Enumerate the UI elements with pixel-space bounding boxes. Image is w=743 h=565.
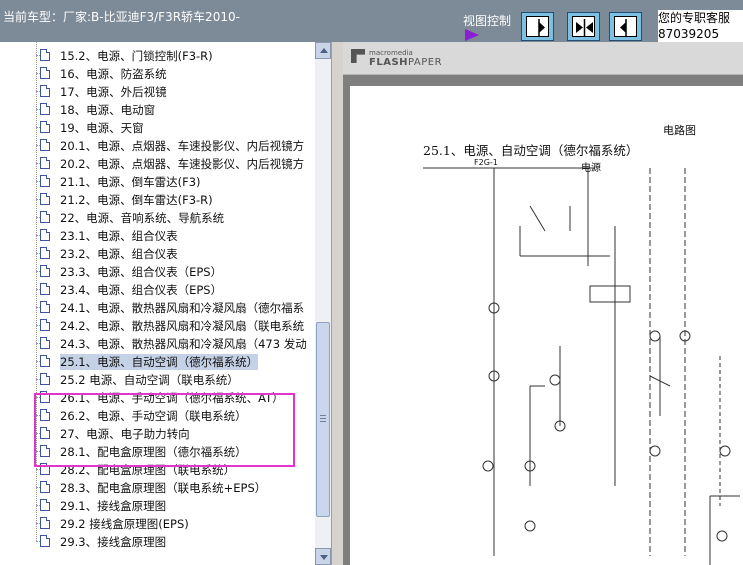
tree-item[interactable]: 23.4、电源、组合仪表（EPS） bbox=[36, 280, 315, 298]
tree-item-label: 23.4、电源、组合仪表（EPS） bbox=[60, 283, 223, 297]
tree-item-label: 20.1、电源、点烟器、车速投影仪、内后视镜方 bbox=[60, 139, 305, 153]
document-icon bbox=[40, 175, 50, 187]
document-icon bbox=[40, 229, 50, 241]
flashpaper-viewer: macromedia FLASHPAPER 电路图 25.1、电源、自动空调（德… bbox=[343, 42, 743, 565]
tree-item-label: 17、电源、外后视镜 bbox=[60, 85, 167, 99]
tree-item-label: 22、电源、音响系统、导航系统 bbox=[60, 211, 225, 225]
tree-item-label: 23.3、电源、组合仪表（EPS） bbox=[60, 265, 223, 279]
tree-item[interactable]: 25.2 电源、自动空调（联电系统） bbox=[36, 370, 315, 388]
view-right-button[interactable] bbox=[521, 12, 554, 41]
tree-item-label: 25.1、电源、自动空调（德尔福系统） bbox=[60, 354, 259, 370]
document-tree: 15.2、电源、门锁控制(F3-R) 16、电源、防盗系统 17、电源、外后视镜 18… bbox=[0, 42, 315, 565]
view-split-button[interactable] bbox=[567, 12, 600, 41]
document-icon bbox=[40, 49, 50, 61]
document-icon bbox=[40, 103, 50, 115]
tree-scrollbar[interactable] bbox=[315, 42, 331, 565]
tree-item-label: 28.3、配电盒原理图（联电系统+EPS） bbox=[60, 481, 267, 495]
tree-item[interactable]: 16、电源、防盗系统 bbox=[36, 64, 315, 82]
tree-item[interactable]: 29.3、接线盒原理图 bbox=[36, 532, 315, 550]
document-icon bbox=[40, 211, 50, 223]
tree-item[interactable]: 23.2、电源、组合仪表 bbox=[36, 244, 315, 262]
document-icon bbox=[40, 319, 50, 331]
scroll-up-button[interactable] bbox=[315, 42, 331, 59]
document-icon bbox=[40, 85, 50, 97]
document-icon bbox=[40, 67, 50, 79]
brand-flashpaper: FLASHPAPER bbox=[369, 57, 443, 68]
contact-label: 您的专职客服 bbox=[658, 11, 731, 25]
tree-item-label: 20.2、电源、点烟器、车速投影仪、内后视镜方 bbox=[60, 157, 305, 171]
tree-item-label: 24.3、电源、散热器风扇和冷凝风扇（473 发动 bbox=[60, 337, 307, 351]
document-icon bbox=[40, 301, 50, 313]
tree-item[interactable]: 19、电源、天窗 bbox=[36, 118, 315, 136]
tree-item[interactable]: 22、电源、音响系统、导航系统 bbox=[36, 208, 315, 226]
scroll-thumb[interactable] bbox=[316, 322, 330, 517]
tree-item[interactable]: 20.2、电源、点烟器、车速投影仪、内后视镜方 bbox=[36, 154, 315, 172]
document-icon bbox=[40, 265, 50, 277]
view-control-label: 视图控制 bbox=[463, 14, 512, 28]
tree-item-label: 29.3、接线盒原理图 bbox=[60, 535, 167, 549]
tree-item-label: 19、电源、天窗 bbox=[60, 121, 144, 135]
power-label: 电源 bbox=[581, 163, 601, 174]
tree-item[interactable]: 17、电源、外后视镜 bbox=[36, 82, 315, 100]
flashpaper-toolbar: macromedia FLASHPAPER bbox=[343, 42, 743, 75]
tree-item[interactable]: 24.2、电源、散热器风扇和冷凝风扇（联电系统 bbox=[36, 316, 315, 334]
arrow-left-icon bbox=[614, 16, 637, 37]
document-page[interactable]: 电路图 25.1、电源、自动空调（德尔福系统） F2G-1 电源 bbox=[350, 86, 743, 565]
document-icon bbox=[40, 247, 50, 259]
tree-item[interactable]: 18、电源、电动窗 bbox=[36, 100, 315, 118]
tree-item-label: 21.2、电源、倒车雷达(F3-R) bbox=[60, 193, 213, 207]
brand-macromedia: macromedia bbox=[369, 49, 413, 57]
tree-item-label: 15.2、电源、门锁控制(F3-R) bbox=[60, 49, 213, 63]
tree-item-label: 24.2、电源、散热器风扇和冷凝风扇（联电系统 bbox=[60, 319, 305, 333]
document-icon bbox=[40, 193, 50, 205]
pane-splitter[interactable] bbox=[331, 42, 343, 565]
tree-item[interactable]: 23.3、电源、组合仪表（EPS） bbox=[36, 262, 315, 280]
tree-item-label: 29.1、接线盒原理图 bbox=[60, 499, 167, 513]
tree-item[interactable]: 20.1、电源、点烟器、车速投影仪、内后视镜方 bbox=[36, 136, 315, 154]
page-header: 电路图 bbox=[663, 124, 696, 137]
document-icon bbox=[40, 355, 50, 367]
arrow-right-icon bbox=[526, 16, 549, 37]
tree-item-label: 21.1、电源、倒车雷达(F3) bbox=[60, 175, 201, 189]
document-icon bbox=[40, 283, 50, 295]
document-icon bbox=[40, 337, 50, 349]
top-bar: 当前车型：厂家:B-比亚迪F3/F3R轿车2010- 视图控制 您的专职客服 8… bbox=[0, 0, 743, 42]
tree-item[interactable]: 24.1、电源、散热器风扇和冷凝风扇（德尔福系 bbox=[36, 298, 315, 316]
fuse-label: F2G-1 bbox=[474, 158, 498, 167]
scroll-down-button[interactable] bbox=[315, 548, 331, 565]
tree-item[interactable]: 15.2、电源、门锁控制(F3-R) bbox=[36, 46, 315, 64]
tree-item-label: 23.1、电源、组合仪表 bbox=[60, 229, 178, 243]
document-icon bbox=[40, 157, 50, 169]
tree-item-label: 24.1、电源、散热器风扇和冷凝风扇（德尔福系 bbox=[60, 301, 305, 315]
tree-item[interactable]: 25.1、电源、自动空调（德尔福系统） bbox=[36, 352, 315, 370]
view-left-button[interactable] bbox=[609, 12, 642, 41]
document-icon bbox=[40, 139, 50, 151]
page-title: 25.1、电源、自动空调（德尔福系统） bbox=[423, 143, 639, 158]
customer-service-info: 您的专职客服 87039205 bbox=[658, 10, 743, 42]
tree-item-label: 23.2、电源、组合仪表 bbox=[60, 247, 178, 261]
document-icon bbox=[40, 535, 50, 547]
highlight-annotation-box bbox=[34, 393, 295, 467]
tree-item-label: 25.2 电源、自动空调（联电系统） bbox=[60, 373, 239, 387]
tree-item[interactable]: 29.1、接线盒原理图 bbox=[36, 496, 315, 514]
macromedia-logo-icon bbox=[351, 49, 365, 63]
document-icon bbox=[40, 499, 50, 511]
document-icon bbox=[40, 373, 50, 385]
tree-item[interactable]: 24.3、电源、散热器风扇和冷凝风扇（473 发动 bbox=[36, 334, 315, 352]
tree-item-label: 29.2 接线盒原理图(EPS) bbox=[60, 517, 189, 531]
tree-item-label: 16、电源、防盗系统 bbox=[60, 67, 167, 81]
tree-item[interactable]: 29.2 接线盒原理图(EPS) bbox=[36, 514, 315, 532]
tree-item[interactable]: 21.2、电源、倒车雷达(F3-R) bbox=[36, 190, 315, 208]
document-icon bbox=[40, 481, 50, 493]
split-arrows-icon bbox=[572, 16, 595, 37]
tree-item[interactable]: 21.1、电源、倒车雷达(F3) bbox=[36, 172, 315, 190]
tree-item[interactable]: 28.3、配电盒原理图（联电系统+EPS） bbox=[36, 478, 315, 496]
current-model-title: 当前车型：厂家:B-比亚迪F3/F3R轿车2010- bbox=[3, 10, 240, 24]
contact-number: 87039205 bbox=[658, 27, 720, 41]
tree-item[interactable]: 23.1、电源、组合仪表 bbox=[36, 226, 315, 244]
play-arrow-icon[interactable] bbox=[465, 29, 479, 41]
document-icon bbox=[40, 517, 50, 529]
tree-item-label: 18、电源、电动窗 bbox=[60, 103, 156, 117]
document-icon bbox=[40, 121, 50, 133]
